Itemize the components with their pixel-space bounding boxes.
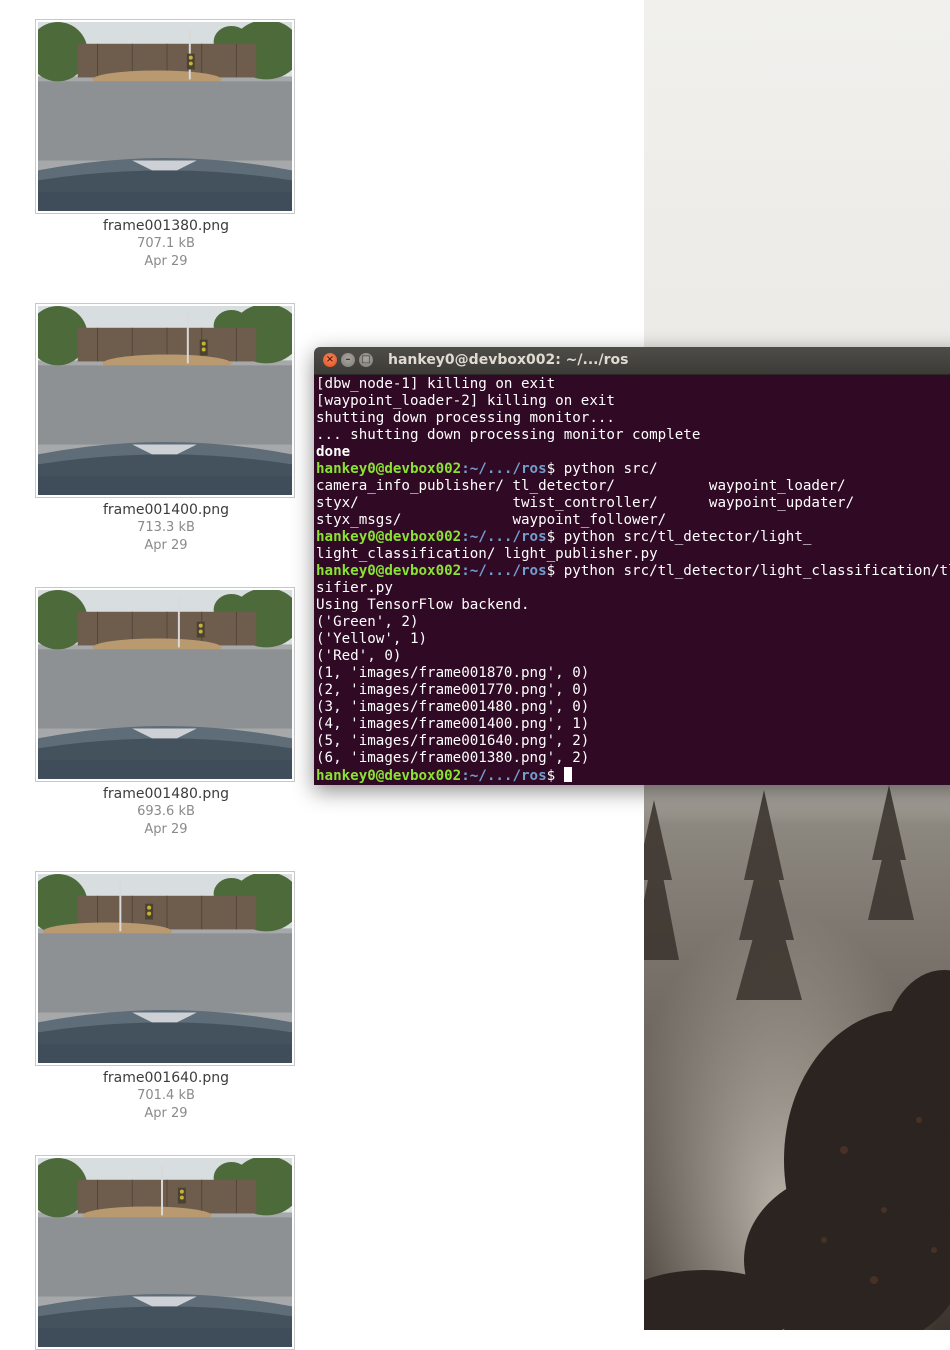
terminal-title: hankey0@devbox002: ~/.../ros <box>388 352 629 368</box>
file-name[interactable]: frame001640.png <box>0 1070 332 1086</box>
prompt-user: hankey0@devbox002 <box>316 563 462 579</box>
terminal-line: ('Red', 0) <box>316 648 950 665</box>
prompt-path: :~/.../ros <box>461 563 547 579</box>
terminal-text: styx_msgs/ waypoint_follower/ <box>316 512 667 528</box>
terminal-text: done <box>316 444 351 460</box>
terminal-cursor[interactable] <box>563 767 572 782</box>
terminal-window[interactable]: × – □ hankey0@devbox002: ~/.../ros [dbw_… <box>314 347 950 785</box>
file-size: 701.4 kB <box>137 1088 195 1103</box>
prompt-user: hankey0@devbox002 <box>316 461 462 477</box>
terminal-text: (5, 'images/frame001640.png', 2) <box>316 733 590 749</box>
terminal-line: (3, 'images/frame001480.png', 0) <box>316 699 950 716</box>
terminal-text: ... shutting down processing monitor com… <box>316 427 701 443</box>
file-name[interactable]: frame001480.png <box>0 786 332 802</box>
terminal-titlebar[interactable]: × – □ hankey0@devbox002: ~/.../ros <box>314 347 950 375</box>
file-size: 693.6 kB <box>137 804 195 819</box>
prompt-path: :~/.../ros <box>461 461 547 477</box>
terminal-line: (6, 'images/frame001380.png', 2) <box>316 750 950 767</box>
terminal-line: Using TensorFlow backend. <box>316 597 950 614</box>
terminal-line: sifier.py <box>316 580 950 597</box>
terminal-text: Using TensorFlow backend. <box>316 597 530 613</box>
prompt-command: $ <box>546 768 564 784</box>
terminal-output[interactable]: [dbw_node-1] killing on exit [waypoint_lo… <box>314 375 950 785</box>
terminal-text: [dbw_node-1] killing on exit <box>316 376 556 392</box>
file-thumbnail[interactable] <box>35 1155 295 1350</box>
terminal-text: (6, 'images/frame001380.png', 2) <box>316 750 590 766</box>
terminal-text: [waypoint_loader-2] killing on exit <box>316 393 615 409</box>
prompt-path: :~/.../ros <box>461 768 547 784</box>
file-date: Apr 29 <box>144 822 188 837</box>
terminal-line: hankey0@devbox002:~/.../ros$ <box>316 767 950 784</box>
terminal-line: light_classification/ light_publisher.py <box>316 546 950 563</box>
terminal-line: ('Yellow', 1) <box>316 631 950 648</box>
file-name[interactable]: frame001400.png <box>0 502 332 518</box>
terminal-text: (3, 'images/frame001480.png', 0) <box>316 699 590 715</box>
terminal-line: (1, 'images/frame001870.png', 0) <box>316 665 950 682</box>
terminal-text: light_classification/ light_publisher.py <box>316 546 658 562</box>
terminal-line: [waypoint_loader-2] killing on exit <box>316 393 950 410</box>
terminal-text: ('Red', 0) <box>316 648 402 664</box>
file-date: Apr 29 <box>144 538 188 553</box>
prompt-command: $ python src/ <box>546 461 658 477</box>
terminal-text: shutting down processing monitor... <box>316 410 615 426</box>
file-thumbnail[interactable] <box>35 587 295 782</box>
terminal-line: hankey0@devbox002:~/.../ros$ python src/… <box>316 529 950 546</box>
prompt-user: hankey0@devbox002 <box>316 529 462 545</box>
terminal-line: ('Green', 2) <box>316 614 950 631</box>
file-name[interactable]: frame001380.png <box>0 218 332 234</box>
prompt-command: $ python src/tl_detector/light_classific… <box>546 563 950 579</box>
file-size: 707.1 kB <box>137 236 195 251</box>
file-thumbnail[interactable] <box>35 19 295 214</box>
terminal-line: ... shutting down processing monitor com… <box>316 427 950 444</box>
terminal-line: styx_msgs/ waypoint_follower/ <box>316 512 950 529</box>
file-date: Apr 29 <box>144 1106 188 1121</box>
terminal-line: hankey0@devbox002:~/.../ros$ python src/… <box>316 563 950 580</box>
prompt-user: hankey0@devbox002 <box>316 768 462 784</box>
terminal-text: sifier.py <box>316 580 393 596</box>
terminal-line: done <box>316 444 950 461</box>
terminal-line: styx/ twist_controller/ waypoint_updater… <box>316 495 950 512</box>
terminal-text: styx/ twist_controller/ waypoint_updater… <box>316 495 855 511</box>
file-thumbnail[interactable] <box>35 303 295 498</box>
terminal-text: (4, 'images/frame001400.png', 1) <box>316 716 590 732</box>
file-size: 713.3 kB <box>137 520 195 535</box>
minimize-icon[interactable]: – <box>341 353 355 367</box>
terminal-line: hankey0@devbox002:~/.../ros$ python src/ <box>316 461 950 478</box>
terminal-line: [dbw_node-1] killing on exit <box>316 376 950 393</box>
close-icon[interactable]: × <box>323 353 337 367</box>
terminal-text: (2, 'images/frame001770.png', 0) <box>316 682 590 698</box>
terminal-line: (2, 'images/frame001770.png', 0) <box>316 682 950 699</box>
file-date: Apr 29 <box>144 254 188 269</box>
terminal-line: (5, 'images/frame001640.png', 2) <box>316 733 950 750</box>
terminal-text: camera_info_publisher/ tl_detector/ wayp… <box>316 478 846 494</box>
prompt-command: $ python src/tl_detector/light_ <box>546 529 812 545</box>
file-thumbnail[interactable] <box>35 871 295 1066</box>
terminal-text: (1, 'images/frame001870.png', 0) <box>316 665 590 681</box>
prompt-path: :~/.../ros <box>461 529 547 545</box>
terminal-text: ('Green', 2) <box>316 614 419 630</box>
terminal-line: shutting down processing monitor... <box>316 410 950 427</box>
maximize-icon[interactable]: □ <box>359 353 373 367</box>
terminal-text: ('Yellow', 1) <box>316 631 428 647</box>
terminal-line: camera_info_publisher/ tl_detector/ wayp… <box>316 478 950 495</box>
terminal-line: (4, 'images/frame001400.png', 1) <box>316 716 950 733</box>
